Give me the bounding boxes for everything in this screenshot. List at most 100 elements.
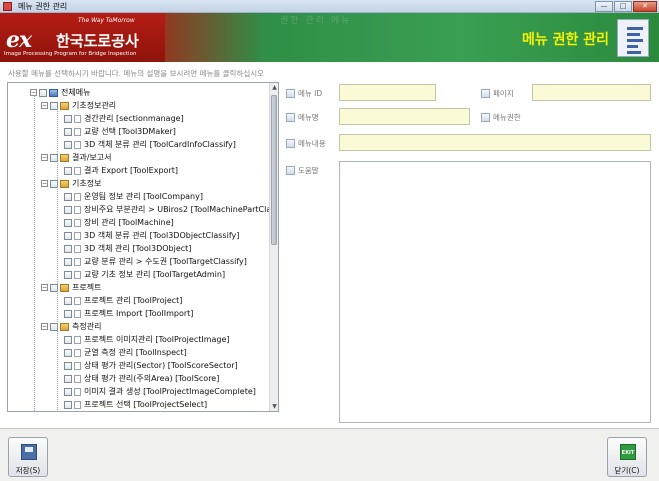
company-name: 한국도로공사 xyxy=(56,32,139,50)
logo-slogan: The Way ToMorrow xyxy=(78,17,135,24)
tree-checkbox[interactable] xyxy=(64,400,72,409)
menu-id-label-row: 메뉴 ID xyxy=(286,88,322,99)
tree-checkbox[interactable] xyxy=(64,114,72,123)
page-icon xyxy=(74,335,81,344)
logo-mark: ex xyxy=(6,27,32,53)
tree-group[interactable]: − 측정관리 xyxy=(41,320,101,333)
tree-item[interactable]: 교량 선택 [Tool3DMaker] xyxy=(64,125,176,138)
window-title: 메뉴 권한 관리 xyxy=(18,1,68,11)
tree-checkbox[interactable] xyxy=(64,140,72,149)
menu-id-field[interactable] xyxy=(339,84,436,101)
menu-id-label: 메뉴 ID xyxy=(298,89,323,98)
tree-checkbox[interactable] xyxy=(39,88,47,97)
minimize-button[interactable]: — xyxy=(595,1,613,12)
menu-permission-row[interactable]: 메뉴권한 xyxy=(481,112,521,123)
page-icon xyxy=(74,205,81,214)
tree-checkbox[interactable] xyxy=(64,348,72,357)
field-icon xyxy=(286,139,295,148)
tree-item[interactable]: 3D 객체 분류 관리 [ToolCardInfoClassify] xyxy=(64,138,236,151)
tree-checkbox[interactable] xyxy=(64,244,72,253)
tree-node-label: 경간관리 [sectionmanage] xyxy=(84,114,184,123)
tree-item[interactable]: 교량 분류 관리 > 수도권 [ToolTargetClassify] xyxy=(64,255,247,268)
tree-item[interactable]: 상태 평가 관리(Sector) [ToolScoreSector] xyxy=(64,359,238,372)
menu-name-field[interactable] xyxy=(339,108,470,125)
tree-checkbox[interactable] xyxy=(64,335,72,344)
tree-checkbox[interactable] xyxy=(64,387,72,396)
collapse-toggle-icon[interactable]: − xyxy=(41,284,48,291)
tree-checkbox[interactable] xyxy=(64,192,72,201)
page-field[interactable] xyxy=(532,84,651,101)
tree-vertical-scrollbar[interactable]: ▲ ▼ xyxy=(269,83,278,411)
scroll-down-arrow-icon[interactable]: ▼ xyxy=(270,402,278,411)
tree-item[interactable]: 3D 객체 관리 [Tool3DObject] xyxy=(64,242,191,255)
tree-node-label: 3D 객체 관리 [Tool3DObject] xyxy=(84,244,192,253)
tree-node-label: 프로젝트 선택 [ToolProjectSelect] xyxy=(84,400,208,409)
permission-checkbox-icon[interactable] xyxy=(481,113,490,122)
tree-item[interactable]: 교량 기초 정보 관리 [ToolTargetAdmin] xyxy=(64,268,225,281)
tree-checkbox[interactable] xyxy=(64,296,72,305)
page-icon xyxy=(74,309,81,318)
save-button[interactable]: 저장(S) xyxy=(8,437,48,477)
tree-item[interactable]: 장비 관리 [ToolMachine] xyxy=(64,216,174,229)
close-window-button[interactable]: ✕ xyxy=(633,1,657,12)
page-icon xyxy=(74,348,81,357)
collapse-toggle-icon[interactable]: − xyxy=(41,154,48,161)
tree-item[interactable]: 운영팀 정보 관리 [ToolCompany] xyxy=(64,190,203,203)
tree-item[interactable]: 프로젝트 이미지관리 [ToolProjectImage] xyxy=(64,333,230,346)
tree-guide-line xyxy=(57,108,58,411)
tree-node-label: 운영팀 정보 관리 [ToolCompany] xyxy=(84,192,203,201)
page-title: 메뉴 권한 관리 xyxy=(521,32,609,48)
collapse-toggle-icon[interactable]: − xyxy=(41,323,48,330)
tree-item[interactable]: 프로젝트 관리 [ToolProject] xyxy=(64,294,182,307)
tree-node-label: 프로젝트 이미지관리 [ToolProjectImage] xyxy=(84,335,230,344)
close-button[interactable]: EXIT 닫기(C) xyxy=(607,437,647,477)
tree-checkbox[interactable] xyxy=(64,231,72,240)
root-menu-icon xyxy=(49,88,58,97)
tree-item[interactable]: 장비주요 부분관리 > UBiros2 [ToolMachinePartClas… xyxy=(64,203,270,216)
tree-checkbox[interactable] xyxy=(64,166,72,175)
tree-item[interactable]: 결과 Export [ToolExport] xyxy=(64,164,178,177)
tree-group[interactable]: − 기초정보관리 xyxy=(41,99,116,112)
page-icon xyxy=(74,257,81,266)
collapse-toggle-icon[interactable]: − xyxy=(41,102,48,109)
tree-checkbox[interactable] xyxy=(64,257,72,266)
page-icon xyxy=(74,270,81,279)
tree-node-label: 결과 Export [ToolExport] xyxy=(84,166,178,175)
tree-item[interactable]: 프로젝트 Import [ToolImport] xyxy=(64,307,193,320)
tree-checkbox[interactable] xyxy=(64,309,72,318)
page-label: 페이지 xyxy=(493,89,514,98)
tree-item[interactable]: 상태 평가 관리(주의Area) [ToolScore] xyxy=(64,372,219,385)
folder-icon xyxy=(60,322,69,331)
tree-node-label: 3D 객체 분류 관리 [Tool3DObjectClassify] xyxy=(84,231,240,240)
folder-icon xyxy=(60,283,69,292)
page-icon xyxy=(74,127,81,136)
tree-group[interactable]: − 결과/보고서 xyxy=(41,151,112,164)
menu-description-field[interactable] xyxy=(339,134,651,151)
tree-item[interactable]: 이미지 결과 생성 [ToolProjectImageComplete] xyxy=(64,385,256,398)
tree-root[interactable]: − 전체메뉴 xyxy=(30,86,90,99)
tree-group[interactable]: − 기초정보 xyxy=(41,177,101,190)
page-icon xyxy=(74,231,81,240)
tree-item[interactable]: 균열 측정 관리 [ToolInspect] xyxy=(64,346,187,359)
tree-checkbox[interactable] xyxy=(64,270,72,279)
scroll-thumb[interactable] xyxy=(271,95,277,245)
page-icon xyxy=(74,114,81,123)
save-button-label: 저장(S) xyxy=(15,466,41,475)
page-icon xyxy=(74,166,81,175)
menu-tree[interactable]: − 전체메뉴 − 기초정보관리경간관리 [sectionmanage] 교량 선택 … xyxy=(8,83,270,411)
scroll-up-arrow-icon[interactable]: ▲ xyxy=(270,83,278,92)
maximize-button[interactable]: □ xyxy=(614,1,632,12)
tree-checkbox[interactable] xyxy=(64,218,72,227)
tree-checkbox[interactable] xyxy=(64,361,72,370)
tree-item[interactable]: 3D 객체 분류 관리 [Tool3DObjectClassify] xyxy=(64,229,239,242)
tree-checkbox[interactable] xyxy=(64,374,72,383)
menu-tree-panel[interactable]: − 전체메뉴 − 기초정보관리경간관리 [sectionmanage] 교량 선택 … xyxy=(7,82,279,412)
tree-item[interactable]: 프로젝트 선택 [ToolProjectSelect] xyxy=(64,398,207,411)
tree-item[interactable]: 경간관리 [sectionmanage] xyxy=(64,112,184,125)
collapse-toggle-icon[interactable]: − xyxy=(41,180,48,187)
tree-checkbox[interactable] xyxy=(64,205,72,214)
tree-group[interactable]: − 프로젝트 xyxy=(41,281,101,294)
tree-checkbox[interactable] xyxy=(64,127,72,136)
tree-node-label: 프로젝트 관리 [ToolProject] xyxy=(84,296,183,305)
help-textarea[interactable] xyxy=(339,161,651,423)
